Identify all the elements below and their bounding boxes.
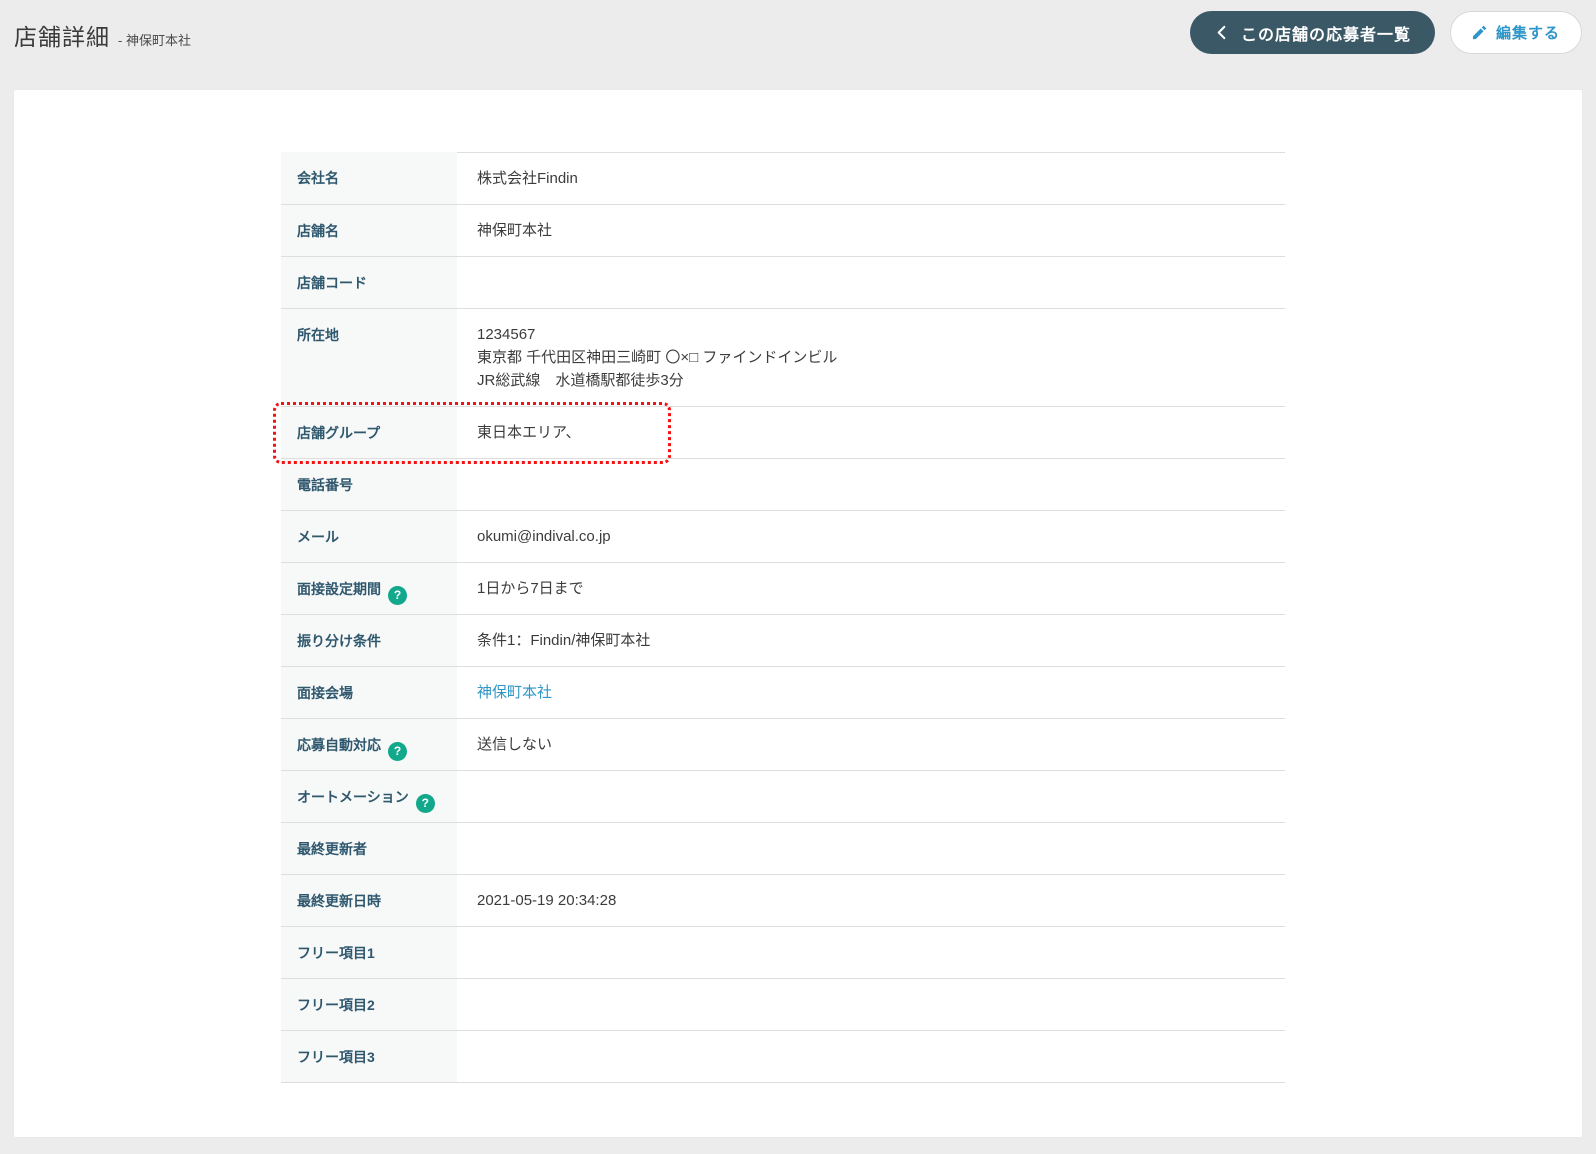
page-title-group: 店舗詳細 - 神保町本社: [14, 18, 191, 52]
row-label: 振り分け条件: [281, 615, 457, 667]
edit-button-label: 編集する: [1495, 25, 1560, 42]
interview-venue-link[interactable]: 神保町本社: [477, 684, 552, 701]
row-label-text: フリー項目3: [297, 1049, 375, 1065]
row-label-text: 店舗コード: [297, 275, 367, 291]
table-row: 店舗コード: [281, 257, 1285, 309]
row-value: 神保町本社: [457, 205, 1285, 257]
table-row: 店舗名 神保町本社: [281, 205, 1285, 257]
row-value: 1234567 東京都 千代田区神田三崎町 〇×□ ファインドインビル JR総武線 …: [457, 309, 1285, 407]
row-value-text: 1日から7日まで: [477, 580, 584, 597]
chevron-left-icon: [1214, 25, 1229, 40]
row-label-text: 会社名: [297, 170, 339, 186]
row-value: [457, 979, 1285, 1031]
table-row: フリー項目1: [281, 927, 1285, 979]
row-label: 面接会場: [281, 667, 457, 719]
row-label: 店舗グループ: [281, 407, 457, 459]
row-value: [457, 771, 1285, 823]
page-title: 店舗詳細: [14, 24, 110, 50]
row-value: 条件1：Findin/神保町本社: [457, 615, 1285, 667]
row-label: 所在地: [281, 309, 457, 407]
row-value-text: 株式会社Findin: [477, 170, 578, 187]
row-value: okumi@indival.co.jp: [457, 511, 1285, 563]
row-value-text: JR総武線 水道橋駅都徒歩3分: [477, 372, 684, 389]
row-label-text: メール: [297, 529, 339, 545]
table-row: メール okumi@indival.co.jp: [281, 511, 1285, 563]
question-mark-icon[interactable]: ?: [388, 585, 407, 605]
row-label: 最終更新者: [281, 823, 457, 875]
row-label-text: 応募自動対応: [297, 737, 381, 753]
page-subtitle: - 神保町本社: [118, 33, 191, 48]
pencil-icon: [1472, 25, 1487, 40]
row-label-text: フリー項目2: [297, 997, 375, 1013]
row-value-text: 神保町本社: [477, 222, 553, 239]
row-value: [457, 823, 1285, 875]
table-row: 面接会場 神保町本社: [281, 667, 1285, 719]
question-mark-icon[interactable]: ?: [415, 793, 435, 813]
table-row: オートメーション?: [281, 771, 1285, 823]
row-label: 店舗名: [281, 205, 457, 257]
row-value-text: 東日本エリア、: [477, 424, 581, 441]
row-label-text: フリー項目1: [297, 945, 375, 961]
row-label: フリー項目2: [281, 979, 457, 1031]
store-detail-table: 会社名 株式会社Findin 店舗名 神保町本社 店舗コード 所在地 1234567 東京都 …: [273, 90, 1285, 1083]
row-label: 会社名: [281, 152, 457, 205]
row-value: [457, 1031, 1285, 1083]
row-value: 神保町本社: [457, 667, 1285, 719]
row-label: 応募自動対応?: [281, 719, 457, 771]
table-row: 最終更新者: [281, 823, 1285, 875]
row-value: 1日から7日まで: [457, 563, 1285, 615]
row-value-text: 東京都 千代田区神田三崎町 〇×□ ファインドインビル: [477, 349, 838, 366]
row-value-text: 条件1：Findin/神保町本社: [477, 632, 651, 649]
row-value: 送信しない: [457, 719, 1285, 771]
row-value: [457, 459, 1285, 511]
row-label: 最終更新日時: [281, 875, 457, 927]
question-mark-icon[interactable]: ?: [388, 741, 407, 761]
applicants-list-button[interactable]: この店舗の応募者一覧: [1189, 11, 1435, 54]
edit-button[interactable]: 編集する: [1449, 11, 1582, 54]
row-label: オートメーション?: [281, 771, 457, 823]
header-actions: この店舗の応募者一覧 編集する: [1189, 11, 1582, 54]
table-row: 会社名 株式会社Findin: [281, 152, 1285, 205]
table-row: 面接設定期間? 1日から7日まで: [281, 563, 1285, 615]
table-row: 電話番号: [281, 459, 1285, 511]
store-detail-card: 会社名 株式会社Findin 店舗名 神保町本社 店舗コード 所在地 1234567 東京都 …: [14, 90, 1582, 1137]
table-row: 振り分け条件 条件1：Findin/神保町本社: [281, 615, 1285, 667]
table-row: フリー項目2: [281, 979, 1285, 1031]
row-value: 株式会社Findin: [457, 152, 1285, 205]
row-label-text: 面接設定期間: [297, 581, 381, 597]
row-value: [457, 257, 1285, 309]
table-row: 最終更新日時 2021-05-19 20:34:28: [281, 875, 1285, 927]
row-label-text: オートメーション: [297, 789, 409, 805]
row-label-text: 振り分け条件: [297, 633, 381, 649]
table-row: 所在地 1234567 東京都 千代田区神田三崎町 〇×□ ファインドインビル JR総…: [281, 309, 1285, 407]
row-value-text: okumi@indival.co.jp: [477, 528, 611, 545]
row-value: 2021-05-19 20:34:28: [457, 875, 1285, 927]
row-value: [457, 927, 1285, 979]
row-label-text: 最終更新者: [297, 841, 367, 857]
row-label-text: 電話番号: [297, 477, 353, 493]
row-label: メール: [281, 511, 457, 563]
page-header: 店舗詳細 - 神保町本社 この店舗の応募者一覧 編集する: [0, 0, 1596, 90]
applicants-list-button-label: この店舗の応募者一覧: [1240, 26, 1411, 44]
row-value-text: 送信しない: [477, 736, 553, 753]
row-label: 電話番号: [281, 459, 457, 511]
table-row: フリー項目3: [281, 1031, 1285, 1083]
row-label: 店舗コード: [281, 257, 457, 309]
row-label-text: 面接会場: [297, 685, 353, 701]
row-label-text: 店舗グループ: [297, 425, 381, 441]
row-label-text: 店舗名: [297, 223, 339, 239]
table-row: 店舗グループ 東日本エリア、: [273, 402, 1285, 464]
row-label-text: 最終更新日時: [297, 893, 381, 909]
row-value-text: 2021-05-19 20:34:28: [477, 892, 617, 909]
row-value: 東日本エリア、: [457, 407, 1285, 459]
row-label: 面接設定期間?: [281, 563, 457, 615]
row-value-text: 1234567: [477, 326, 536, 343]
row-label: フリー項目3: [281, 1031, 457, 1083]
row-label: フリー項目1: [281, 927, 457, 979]
row-label-text: 所在地: [297, 327, 339, 343]
table-row: 応募自動対応? 送信しない: [281, 719, 1285, 771]
